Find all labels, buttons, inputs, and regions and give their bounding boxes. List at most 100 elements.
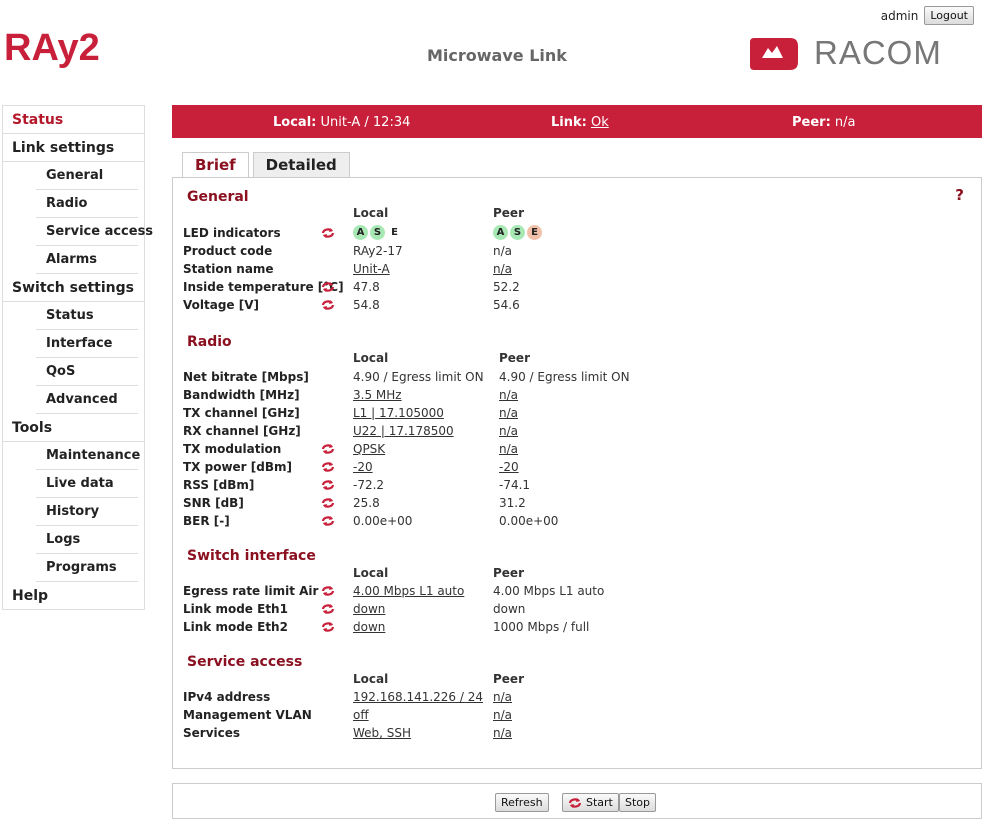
refresh-cycle-icon[interactable]	[321, 497, 335, 509]
row-label: TX power [dBm]	[183, 460, 292, 474]
peer-value[interactable]: -20	[499, 460, 519, 474]
tab-brief[interactable]: Brief	[182, 152, 249, 179]
sidebar-item-alarms[interactable]: Alarms	[36, 246, 138, 274]
row-label: Egress rate limit Air	[183, 584, 319, 598]
sidebar-item-switch-status[interactable]: Status	[36, 302, 138, 330]
radio-col-local: Local	[353, 351, 389, 365]
peer-value: 31.2	[499, 496, 526, 510]
sidebar-item-programs[interactable]: Programs	[36, 554, 138, 582]
sidebar-item-qos[interactable]: QoS	[36, 358, 138, 386]
peer-value: 54.6	[493, 298, 520, 312]
switch-col-local: Local	[353, 566, 389, 580]
row-label: RSS [dBm]	[183, 478, 255, 492]
led-indicator: A	[353, 225, 368, 240]
led-indicator: S	[510, 225, 525, 240]
row-label: TX modulation	[183, 442, 282, 456]
peer-value: 4.90 / Egress limit ON	[499, 370, 630, 384]
row-label: IPv4 address	[183, 690, 271, 704]
help-icon[interactable]: ?	[955, 186, 964, 204]
local-value[interactable]: 3.5 MHz	[353, 388, 402, 402]
tab-bar: Brief Detailed	[182, 152, 350, 179]
section-general-title: General	[187, 189, 249, 205]
sidebar-item-live-data[interactable]: Live data	[36, 470, 138, 498]
peer-value: 52.2	[493, 280, 520, 294]
start-button[interactable]: Start	[562, 793, 619, 812]
peer-value[interactable]: n/a	[499, 406, 518, 420]
row-ipv4-address: IPv4 address 192.168.141.226 / 24 n/a	[183, 688, 973, 706]
status-peer: Peer: n/a	[792, 115, 856, 130]
row-link-mode-eth1: Link mode Eth1 down down	[183, 600, 973, 618]
refresh-cycle-icon[interactable]	[321, 621, 335, 633]
refresh-cycle-icon[interactable]	[321, 299, 335, 311]
sidebar-item-service-access[interactable]: Service access	[36, 218, 153, 246]
racom-emblem-icon	[750, 38, 798, 70]
row-ber: BER [-] 0.00e+00 0.00e+00	[183, 512, 973, 530]
refresh-cycle-icon[interactable]	[321, 443, 335, 455]
sidebar-item-maintenance[interactable]: Maintenance	[36, 442, 140, 470]
sidebar-item-history[interactable]: History	[36, 498, 138, 526]
local-value[interactable]: U22 | 17.178500	[353, 424, 454, 438]
peer-value[interactable]: n/a	[493, 708, 512, 722]
peer-value: 4.00 Mbps L1 auto	[493, 584, 605, 598]
refresh-cycle-icon[interactable]	[321, 479, 335, 491]
local-value[interactable]: off	[353, 708, 369, 722]
sidebar-item-switch-settings[interactable]: Switch settings	[3, 274, 144, 302]
status-link: Link: Ok	[551, 115, 609, 130]
section-radio-title: Radio	[187, 334, 232, 350]
row-tx-power-dbm: TX power [dBm] -20 -20	[183, 458, 973, 476]
sidebar-item-general[interactable]: General	[36, 162, 138, 190]
peer-value[interactable]: n/a	[493, 726, 512, 740]
row-net-bitrate-mbps: Net bitrate [Mbps] 4.90 / Egress limit ON…	[183, 368, 973, 386]
tab-detailed[interactable]: Detailed	[252, 152, 350, 178]
status-bar: Local: Unit-A / 12:34 Link: Ok Peer: n/a	[172, 105, 982, 138]
refresh-cycle-icon[interactable]	[321, 515, 335, 527]
row-bandwidth-mhz: Bandwidth [MHz] 3.5 MHz n/a	[183, 386, 973, 404]
row-label: Link mode Eth1	[183, 602, 288, 616]
refresh-cycle-icon[interactable]	[321, 227, 335, 239]
stop-button[interactable]: Stop	[619, 793, 657, 812]
row-snr-db: SNR [dB] 25.8 31.2	[183, 494, 973, 512]
section-switch-interface-title: Switch interface	[187, 548, 316, 564]
peer-value[interactable]: n/a	[499, 424, 518, 438]
sidebar-item-link-settings[interactable]: Link settings	[3, 134, 144, 162]
refresh-cycle-icon[interactable]	[321, 603, 335, 615]
general-col-peer: Peer	[493, 206, 524, 220]
sidebar-item-logs[interactable]: Logs	[36, 526, 138, 554]
peer-value[interactable]: n/a	[493, 262, 512, 276]
refresh-button[interactable]: Refresh	[495, 793, 549, 812]
peer-value[interactable]: n/a	[493, 690, 512, 704]
sidebar-item-tools[interactable]: Tools	[3, 414, 144, 442]
sidebar-item-radio[interactable]: Radio	[36, 190, 138, 218]
refresh-cycle-icon[interactable]	[321, 281, 335, 293]
local-value[interactable]: 192.168.141.226 / 24	[353, 690, 483, 704]
local-value: RAy2-17	[353, 244, 403, 258]
refresh-cycle-icon[interactable]	[321, 585, 335, 597]
peer-leds: ASE	[493, 224, 544, 240]
service-col-local: Local	[353, 672, 389, 686]
local-value[interactable]: QPSK	[353, 442, 385, 456]
local-value[interactable]: 4.00 Mbps L1 auto	[353, 584, 464, 598]
local-value: -72.2	[353, 478, 385, 492]
local-value[interactable]: Unit-A	[353, 262, 390, 276]
refresh-cycle-icon	[568, 797, 582, 808]
sidebar-item-help[interactable]: Help	[3, 582, 144, 610]
local-value[interactable]: Web, SSH	[353, 726, 411, 740]
sidebar-item-advanced[interactable]: Advanced	[36, 386, 138, 414]
row-tx-channel-ghz: TX channel [GHz] L1 | 17.105000 n/a	[183, 404, 973, 422]
logout-button[interactable]: Logout	[924, 6, 974, 25]
link-status-link[interactable]: Ok	[591, 115, 609, 130]
row-rss-dbm: RSS [dBm] -72.2 -74.1	[183, 476, 973, 494]
local-value[interactable]: -20	[353, 460, 373, 474]
row-label: RX channel [GHz]	[183, 424, 301, 438]
local-value[interactable]: L1 | 17.105000	[353, 406, 444, 420]
refresh-cycle-icon[interactable]	[321, 461, 335, 473]
row-product-code: Product code RAy2-17 n/a	[183, 242, 973, 260]
peer-value[interactable]: n/a	[499, 388, 518, 402]
local-value: 54.8	[353, 298, 380, 312]
peer-value[interactable]: n/a	[499, 442, 518, 456]
service-col-peer: Peer	[493, 672, 524, 686]
local-value[interactable]: down	[353, 602, 385, 616]
sidebar-item-interface[interactable]: Interface	[36, 330, 138, 358]
local-value[interactable]: down	[353, 620, 385, 634]
sidebar-item-status[interactable]: Status	[3, 106, 144, 134]
